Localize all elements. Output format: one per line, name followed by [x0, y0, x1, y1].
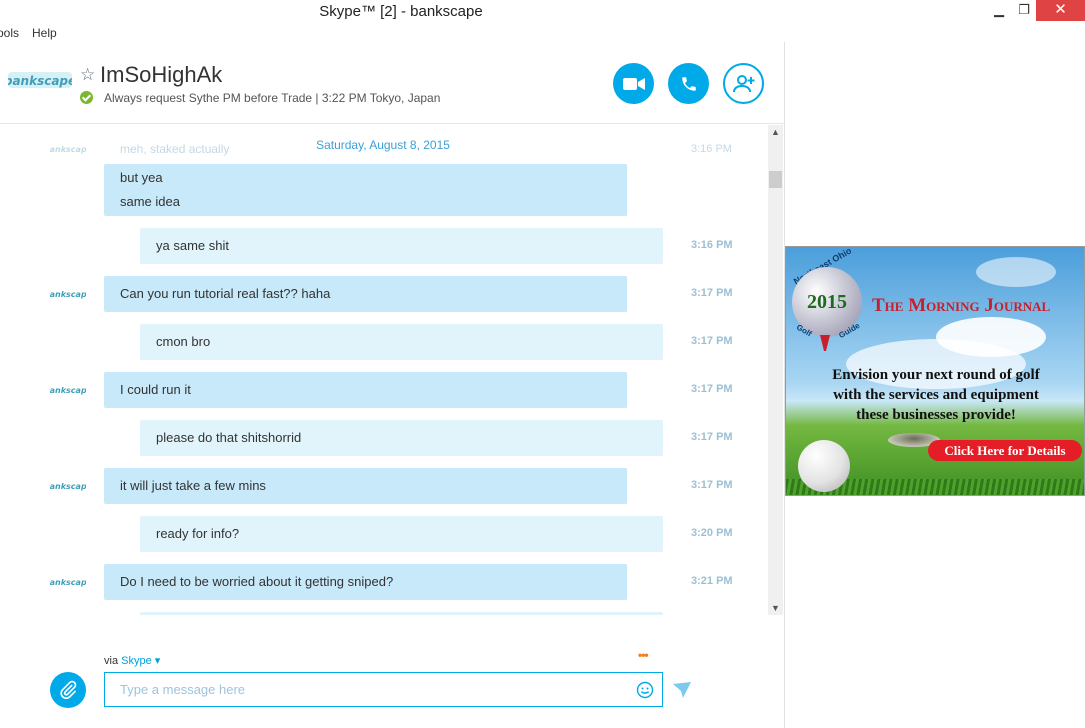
conversation-scrollbar[interactable]: ▲ ▼ [768, 125, 783, 615]
title-bar: Skype™ [2] - bankscape ▁ ❐ ✕ [0, 0, 1085, 22]
video-camera-icon [622, 77, 645, 90]
svg-text:bankscape: bankscape [50, 290, 86, 299]
ad-copy-line: Envision your next round of golf [832, 367, 1040, 383]
message-input[interactable] [104, 672, 663, 707]
add-contact-icon [732, 74, 754, 92]
message-time: 3:17 PM [691, 431, 733, 443]
message-bubble-outgoing[interactable]: ready for info? [140, 516, 663, 552]
svg-text:bankscape: bankscape [8, 74, 72, 88]
menu-tools[interactable]: Tools [0, 26, 19, 40]
message-line: same idea [120, 194, 180, 209]
contact-mood-message: Always request Sythe PM before Trade | 3… [104, 91, 441, 105]
message-bubble-incoming[interactable]: but yea same idea [104, 164, 627, 216]
favorite-star-icon[interactable]: ☆ [80, 65, 95, 85]
message-time: 3:16 PM [691, 239, 733, 251]
ad-copy-line: these businesses provide! [856, 407, 1016, 423]
golf-ball-icon [798, 440, 850, 492]
message-time: 3:17 PM [691, 479, 733, 491]
conversation-header: bankscape ☆ ImSoHighAk Always request Sy… [0, 42, 784, 124]
via-label: via [104, 655, 119, 667]
ad-logo-year: 2015 [807, 291, 847, 313]
emoticon-icon[interactable] [636, 681, 654, 699]
paperclip-icon [60, 680, 77, 700]
date-separator: Saturday, August 8, 2015 [316, 138, 450, 152]
advertisement-banner[interactable]: Northeast Ohio 2015 Golf Guide The Morni… [785, 246, 1085, 496]
message-time: 3:17 PM [691, 335, 733, 347]
typing-indicator-icon: ••• [638, 648, 649, 662]
message-bubble-outgoing[interactable]: please do that shitshorrid [140, 420, 663, 456]
ad-publication-name: The Morning Journal [872, 295, 1051, 316]
add-participant-button[interactable] [723, 63, 764, 104]
ad-cloud [976, 257, 1056, 287]
scrollbar-thumb[interactable] [769, 171, 782, 188]
message-time: 3:21 PM [691, 575, 733, 587]
contact-name[interactable]: ImSoHighAk [100, 62, 222, 88]
message-time: 3:20 PM [691, 527, 733, 539]
message-bubble-incoming[interactable]: Do I need to be worried about it getting… [104, 564, 627, 600]
ad-cta-button[interactable]: Click Here for Details [928, 440, 1082, 461]
window-title: Skype™ [2] - bankscape [319, 3, 483, 20]
attach-button[interactable] [50, 672, 86, 708]
conversation-pane[interactable]: bankscape meh, staked actually 3:16 PM S… [0, 125, 768, 615]
ad-copy-line: with the services and equipment [833, 387, 1039, 403]
message-time: 3:17 PM [691, 383, 733, 395]
video-call-button[interactable] [613, 63, 654, 104]
message-bubble-incoming[interactable]: it will just take a few mins [104, 468, 627, 504]
golf-tee-icon [820, 335, 830, 351]
ad-copy: Envision your next round of golf with th… [786, 365, 1084, 425]
online-status-icon [80, 91, 93, 104]
svg-text:bankscape: bankscape [50, 386, 86, 395]
send-icon[interactable] [673, 682, 691, 698]
send-via-selector[interactable]: via Skype ▾ [104, 654, 160, 667]
audio-call-button[interactable] [668, 63, 709, 104]
chevron-down-icon[interactable]: ▾ [155, 655, 161, 667]
message-avatar[interactable]: bankscape [50, 382, 86, 396]
message-avatar[interactable]: bankscape [50, 574, 86, 588]
close-button[interactable]: ✕ [1036, 0, 1085, 21]
message-bubble-outgoing[interactable]: ya same shit [140, 228, 663, 264]
message-bubble-outgoing[interactable]: cmon bro [140, 324, 663, 360]
message-line: but yea [120, 170, 163, 185]
message-avatar[interactable]: bankscape [50, 478, 86, 492]
via-service[interactable]: Skype [121, 655, 152, 667]
message-avatar[interactable]: bankscape [50, 286, 86, 300]
scroll-down-arrow-icon[interactable]: ▼ [768, 601, 783, 615]
svg-text:bankscape: bankscape [50, 482, 86, 491]
message-bubble-incoming[interactable]: Can you run tutorial real fast?? haha [104, 276, 627, 312]
phone-icon [681, 76, 696, 91]
message-time: 3:17 PM [691, 287, 733, 299]
scroll-up-arrow-icon[interactable]: ▲ [768, 125, 783, 139]
svg-text:bankscape: bankscape [50, 578, 86, 587]
message-bubble-outgoing-partial[interactable] [140, 612, 663, 615]
menu-bar: Tools Help [0, 22, 785, 42]
contact-avatar[interactable]: bankscape [8, 68, 72, 90]
message-bubble-incoming[interactable]: I could run it [104, 372, 627, 408]
menu-help[interactable]: Help [32, 26, 57, 40]
